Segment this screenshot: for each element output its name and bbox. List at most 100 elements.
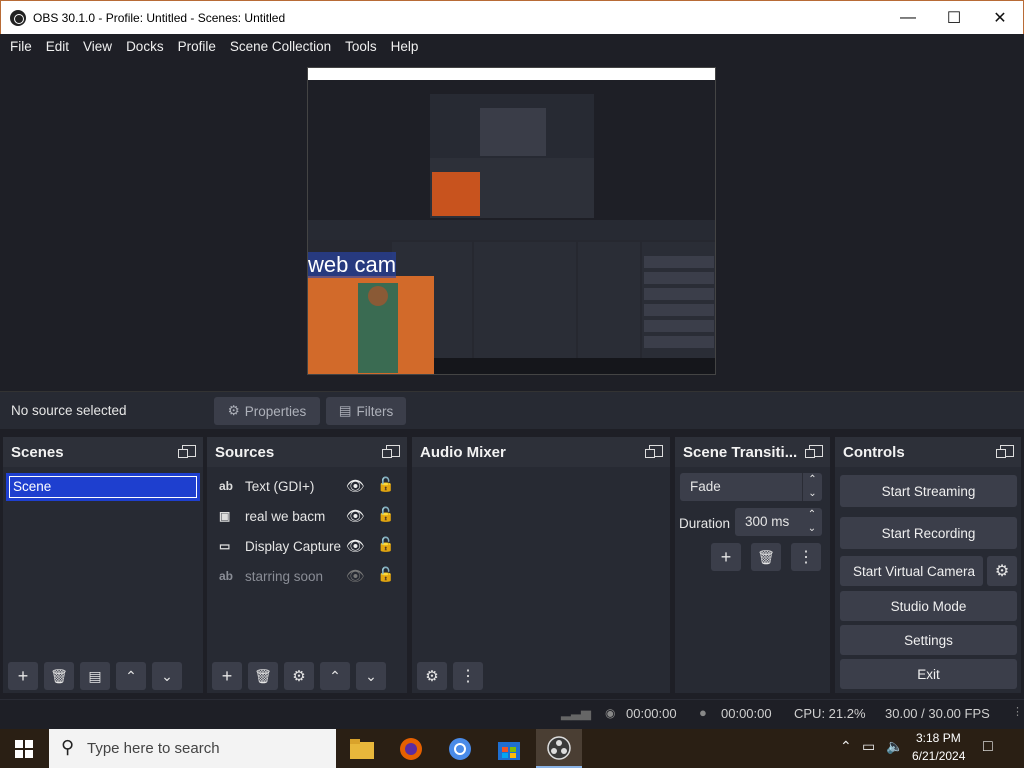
menu-file[interactable]: File	[3, 39, 39, 54]
move-source-up-button[interactable]: ⌃	[320, 662, 350, 690]
scene-transitions-dock: Scene Transiti... Fade ⌃ ⌄ Duration 300 m…	[675, 437, 830, 693]
windows-taskbar: ⚲ Type here to search ⌃ ▭ 🔈 3:18 PM 6/21…	[0, 729, 1024, 768]
properties-label: Properties	[244, 403, 307, 419]
settings-button[interactable]: Settings	[840, 625, 1017, 655]
stepper-icon[interactable]: ⌃ ⌄	[802, 508, 822, 536]
store-icon[interactable]	[489, 734, 529, 764]
source-label: starring soon	[245, 568, 324, 584]
monitor-icon: ▭	[219, 539, 231, 553]
remove-source-button[interactable]: 🗑	[248, 662, 278, 690]
scenes-dock: Scenes Scene + 🗑 ▤ ⌃ ⌄	[3, 437, 203, 693]
transition-menu-button[interactable]: ⋮	[791, 543, 821, 571]
menu-tools[interactable]: Tools	[338, 39, 384, 54]
menu-docks[interactable]: Docks	[119, 39, 171, 54]
advanced-audio-settings-button[interactable]: ⚙	[417, 662, 447, 690]
sources-dock: Sources ab Text (GDI+) 👁 🔓 ▣ real we bac…	[207, 437, 407, 693]
undock-icon[interactable]	[645, 445, 663, 458]
source-item-text-gdi[interactable]: ab Text (GDI+) 👁 🔓	[207, 471, 407, 501]
duration-spinbox[interactable]: 300 ms ⌃ ⌄	[735, 508, 822, 536]
unlock-icon[interactable]: 🔓	[377, 566, 394, 583]
menu-view[interactable]: View	[76, 39, 119, 54]
source-item-real-we-bacm[interactable]: ▣ real we bacm 👁 🔓	[207, 501, 407, 531]
scene-transitions-header: Scene Transiti...	[675, 437, 830, 467]
taskbar-time[interactable]: 3:18 PM	[916, 731, 961, 745]
add-transition-button[interactable]: +	[711, 543, 741, 571]
eye-icon[interactable]: 👁	[346, 507, 365, 525]
start-streaming-button[interactable]: Start Streaming	[840, 475, 1017, 507]
menu-profile[interactable]: Profile	[171, 39, 223, 54]
network-icon[interactable]: ▭	[862, 738, 875, 755]
scene-item-selected[interactable]: Scene	[6, 473, 200, 501]
audio-mixer-title: Audio Mixer	[420, 443, 506, 461]
chevron-updown-icon: ⌃ ⌄	[802, 473, 822, 501]
start-virtual-camera-button[interactable]: Start Virtual Camera	[840, 556, 983, 586]
preview-capture-image	[308, 68, 715, 374]
move-scene-up-button[interactable]: ⌃	[116, 662, 146, 690]
menu-bar: File Edit View Docks Profile Scene Colle…	[0, 34, 1024, 58]
source-item-starring-soon[interactable]: ab starring soon 👁 🔓	[207, 561, 407, 591]
firefox-icon[interactable]	[391, 734, 431, 764]
volume-muted-icon[interactable]: 🔈	[886, 738, 903, 755]
close-icon[interactable]: ✕	[977, 1, 1023, 35]
transition-selected-value: Fade	[690, 479, 721, 494]
text-icon: ab	[219, 569, 234, 583]
add-source-button[interactable]: +	[212, 662, 242, 690]
exit-button[interactable]: Exit	[840, 659, 1017, 689]
remove-scene-button[interactable]: 🗑	[44, 662, 74, 690]
add-scene-button[interactable]: +	[8, 662, 38, 690]
stream-time: 00:00:00	[626, 706, 677, 721]
minimize-icon[interactable]: —	[885, 1, 931, 35]
resize-grip-icon[interactable]: ⋮	[1012, 705, 1023, 718]
unlock-icon[interactable]: 🔓	[377, 476, 394, 493]
undock-icon[interactable]	[382, 445, 400, 458]
undock-icon[interactable]	[178, 445, 196, 458]
transition-select[interactable]: Fade ⌃ ⌄	[680, 473, 822, 501]
sources-footer: + 🗑 ⚙ ⌃ ⌄	[207, 659, 407, 693]
scene-transitions-title: Scene Transiti...	[683, 443, 798, 461]
transition-buttons: + 🗑 ⋮	[711, 543, 821, 571]
audio-mixer-dock: Audio Mixer ⚙ ⋮	[412, 437, 670, 693]
start-recording-button[interactable]: Start Recording	[840, 517, 1017, 549]
windows-start-icon[interactable]	[4, 734, 44, 764]
fps-readout: 30.00 / 30.00 FPS	[885, 706, 990, 721]
virtual-camera-settings-gear-icon[interactable]: ⚙	[987, 556, 1017, 586]
studio-mode-button[interactable]: Studio Mode	[840, 591, 1017, 621]
menu-help[interactable]: Help	[384, 39, 426, 54]
no-source-label: No source selected	[11, 403, 127, 418]
audio-mixer-menu-button[interactable]: ⋮	[453, 662, 483, 690]
preview-canvas[interactable]: web cam	[307, 67, 716, 375]
unlock-icon[interactable]: 🔓	[377, 536, 394, 553]
controls-dock: Controls Start Streaming Start Recording…	[835, 437, 1021, 693]
unlock-icon[interactable]: 🔓	[377, 506, 394, 523]
notification-icon[interactable]: □	[983, 738, 993, 756]
properties-button[interactable]: ⚙ Properties	[214, 397, 320, 425]
undock-icon[interactable]	[996, 445, 1014, 458]
undock-icon[interactable]	[805, 445, 823, 458]
taskbar-date[interactable]: 6/21/2024	[912, 749, 965, 763]
remove-transition-button[interactable]: 🗑	[751, 543, 781, 571]
controls-header: Controls	[835, 437, 1021, 467]
move-scene-down-button[interactable]: ⌄	[152, 662, 182, 690]
maximize-icon[interactable]: ☐	[931, 1, 977, 35]
source-properties-button[interactable]: ⚙	[284, 662, 314, 690]
eye-icon[interactable]: 👁	[346, 537, 365, 555]
file-explorer-icon[interactable]	[342, 734, 382, 764]
text-icon: ab	[219, 479, 234, 493]
eye-icon[interactable]: 👁	[346, 477, 365, 495]
obs-taskbar-icon[interactable]	[536, 729, 582, 768]
signal-bars-icon: ▂▃▅	[561, 705, 591, 720]
status-bar: ▂▃▅ ◉ 00:00:00 ● 00:00:00 CPU: 21.2% 30.…	[0, 699, 1024, 727]
scene-item-label[interactable]: Scene	[9, 476, 197, 498]
scene-filters-button[interactable]: ▤	[80, 662, 110, 690]
source-label: real we bacm	[245, 508, 326, 524]
menu-scene-collection[interactable]: Scene Collection	[223, 39, 338, 54]
menu-edit[interactable]: Edit	[39, 39, 76, 54]
cpu-usage: CPU: 21.2%	[794, 706, 866, 721]
chevron-up-icon[interactable]: ⌃	[840, 738, 852, 755]
source-item-display-capture[interactable]: ▭ Display Capture 👁 🔓	[207, 531, 407, 561]
eye-hidden-icon[interactable]: 👁	[346, 567, 365, 585]
taskbar-search-input[interactable]: ⚲ Type here to search	[49, 729, 336, 768]
move-source-down-button[interactable]: ⌄	[356, 662, 386, 690]
chrome-icon[interactable]	[440, 734, 480, 764]
filters-button[interactable]: ▤ Filters	[326, 397, 406, 425]
